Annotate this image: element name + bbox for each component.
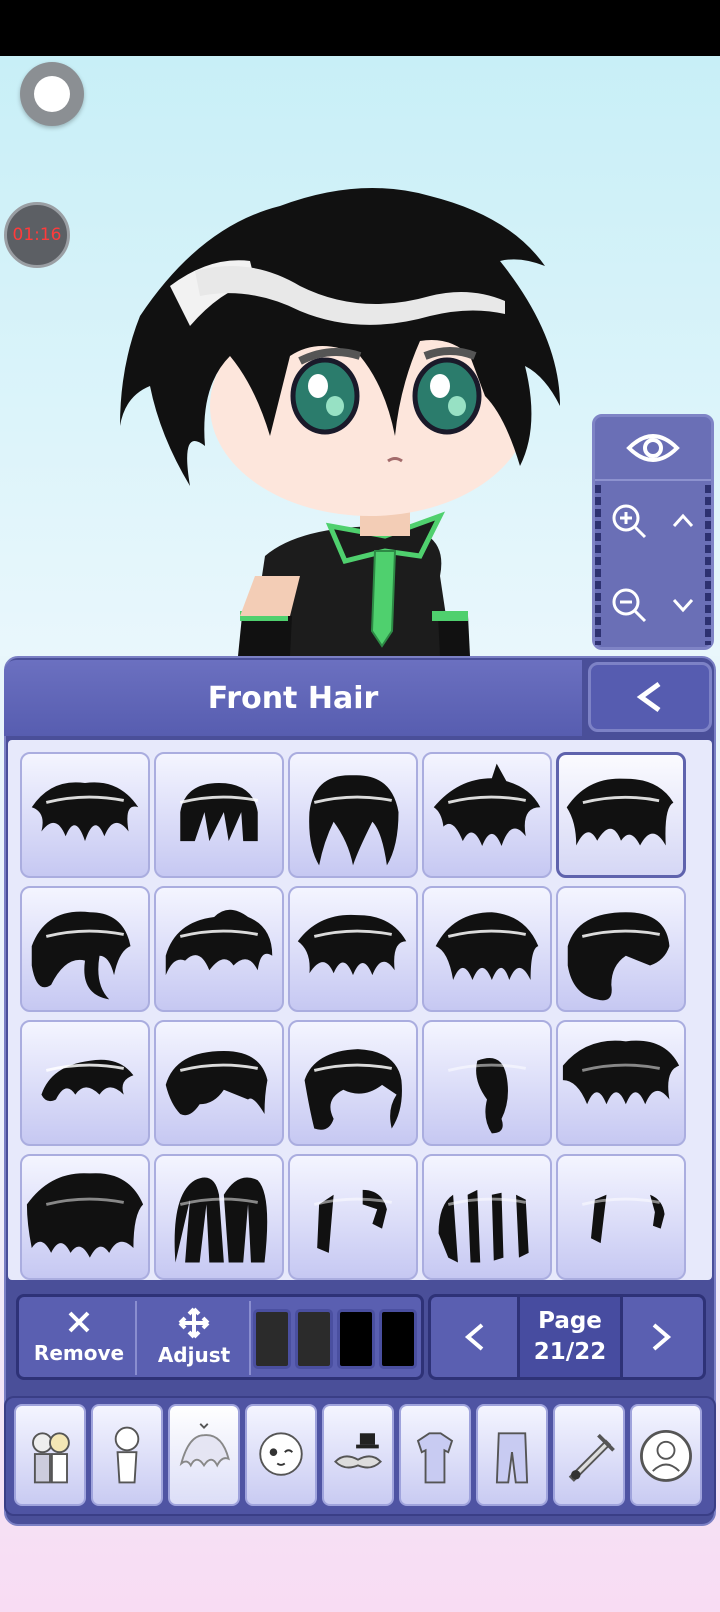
zoom-out-icon[interactable]: [601, 565, 657, 645]
weapon-icon: [568, 1433, 615, 1482]
front-hair-style-16-icon: [26, 1173, 144, 1258]
front-hair-style-7-icon: [165, 909, 273, 976]
status-bar: [0, 0, 720, 56]
chevron-right-icon: [652, 1323, 672, 1351]
front-hair-style-17-icon: [174, 1177, 268, 1263]
front-hair-style-20-icon: [581, 1194, 665, 1244]
hair-option[interactable]: [422, 752, 552, 878]
move-up-icon[interactable]: [655, 481, 711, 561]
remove-label: Remove: [33, 1341, 125, 1365]
accessories-icon: [333, 1433, 383, 1469]
next-page-button[interactable]: [621, 1297, 701, 1377]
hair-option[interactable]: [154, 886, 284, 1012]
face-icon: [259, 1432, 303, 1476]
front-hair-style-4-icon: [433, 763, 541, 846]
characters-icon: [32, 1432, 70, 1484]
category-tab[interactable]: [91, 1404, 163, 1506]
pager: Page 21/22: [428, 1294, 706, 1380]
front-hair-style-6-icon: [31, 911, 131, 1000]
hair-option[interactable]: [556, 752, 686, 878]
color-swatch[interactable]: [337, 1309, 375, 1369]
move-arrows-icon: [178, 1307, 210, 1339]
hair-option[interactable]: [154, 1020, 284, 1146]
body-icon: [114, 1426, 140, 1484]
front-hair-style-13-icon: [304, 1049, 402, 1130]
hair-option[interactable]: [556, 1020, 686, 1146]
divider: [249, 1301, 251, 1375]
category-tab[interactable]: [322, 1404, 394, 1506]
hair-option[interactable]: [422, 886, 552, 1012]
item-toolbar: Remove Adjust: [16, 1294, 424, 1380]
category-tab[interactable]: [553, 1404, 625, 1506]
panel-title: Front Hair: [4, 660, 582, 736]
front-hair-style-14-icon: [447, 1057, 527, 1134]
front-hair-style-3-icon: [309, 775, 399, 866]
top-icon: [416, 1432, 454, 1484]
record-button[interactable]: [20, 62, 84, 126]
category-tab[interactable]: [168, 1404, 240, 1506]
hair-option[interactable]: [422, 1154, 552, 1280]
remove-button[interactable]: Remove: [23, 1297, 135, 1377]
front-hair-style-10-icon: [567, 912, 670, 1001]
bottom-icon: [495, 1432, 529, 1484]
hair-option[interactable]: [20, 752, 150, 878]
category-tab[interactable]: [14, 1404, 86, 1506]
front-hair-style-5-icon: [566, 778, 674, 846]
chevron-left-icon: [464, 1323, 484, 1351]
divider: [135, 1301, 137, 1375]
front-hair-style-15-icon: [562, 1040, 680, 1105]
move-down-icon[interactable]: [655, 565, 711, 645]
page-word: Page: [538, 1307, 602, 1334]
profile-icon: [640, 1429, 692, 1482]
front-hair-style-18-icon: [313, 1189, 393, 1253]
recording-timer: 01:16: [4, 202, 70, 268]
page-indicator: Page 21/22: [517, 1297, 623, 1377]
hair-option[interactable]: [556, 1154, 686, 1280]
hair-option[interactable]: [288, 1154, 418, 1280]
front-hair-style-11-icon: [41, 1059, 134, 1102]
hair-icon: [179, 1423, 230, 1468]
prev-page-button[interactable]: [435, 1297, 515, 1377]
category-bar: [4, 1396, 716, 1516]
color-swatch[interactable]: [295, 1309, 333, 1369]
color-swatch[interactable]: [253, 1309, 291, 1369]
page-value: 21/22: [533, 1339, 607, 1365]
zoom-in-icon[interactable]: [601, 481, 657, 561]
category-tab[interactable]: [630, 1404, 702, 1506]
front-hair-style-2-icon: [179, 783, 259, 842]
close-icon: [68, 1311, 90, 1333]
category-tab[interactable]: [476, 1404, 548, 1506]
camera-controls: [592, 414, 714, 650]
hair-option[interactable]: [288, 752, 418, 878]
front-hair-style-9-icon: [435, 912, 539, 980]
hair-option[interactable]: [556, 886, 686, 1012]
back-button[interactable]: [588, 662, 712, 732]
hair-grid: [8, 740, 712, 1280]
hair-option[interactable]: [154, 752, 284, 878]
category-tab[interactable]: [245, 1404, 317, 1506]
hair-option[interactable]: [20, 1154, 150, 1280]
hair-option[interactable]: [288, 886, 418, 1012]
hair-option[interactable]: [20, 1020, 150, 1146]
adjust-label: Adjust: [157, 1343, 231, 1367]
front-hair-style-19-icon: [438, 1189, 529, 1263]
front-hair-style-12-icon: [165, 1051, 268, 1116]
hair-option[interactable]: [288, 1020, 418, 1146]
hair-option[interactable]: [422, 1020, 552, 1146]
color-swatch[interactable]: [379, 1309, 417, 1369]
eye-icon[interactable]: [595, 417, 711, 481]
adjust-button[interactable]: Adjust: [139, 1297, 249, 1377]
hair-option[interactable]: [20, 886, 150, 1012]
category-tab[interactable]: [399, 1404, 471, 1506]
hair-option[interactable]: [154, 1154, 284, 1280]
front-hair-style-1-icon: [31, 782, 139, 842]
chevron-left-icon: [636, 681, 661, 713]
front-hair-style-8-icon: [297, 914, 407, 976]
